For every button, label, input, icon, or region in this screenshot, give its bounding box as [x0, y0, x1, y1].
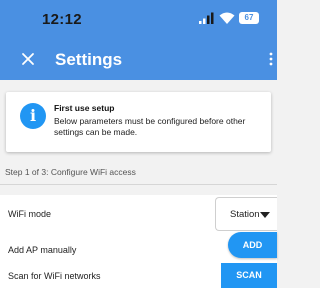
scan-label: Scan for WiFi networks: [8, 271, 101, 281]
signal-icon: [199, 12, 214, 24]
notice-body: Below parameters must be configured befo…: [54, 116, 246, 137]
wifi-mode-label: WiFi mode: [8, 209, 52, 219]
status-icons: 67: [199, 12, 259, 24]
notice-title: First use setup: [54, 103, 115, 113]
add-ap-label: Add AP manually: [8, 245, 77, 255]
status-time: 12:12: [42, 11, 82, 28]
chevron-down-icon: [260, 212, 270, 218]
info-icon: i: [20, 103, 46, 129]
add-ap-button[interactable]: ADD: [228, 232, 277, 258]
app-bar: 12:12 67 Settings: [0, 0, 277, 80]
page-title: Settings: [55, 50, 123, 69]
step-label: Step 1 of 3: Configure WiFi access: [5, 167, 136, 177]
first-use-notice: i First use setup Below parameters must …: [6, 92, 271, 152]
wifi-mode-select[interactable]: Station: [215, 197, 277, 231]
divider: [0, 184, 277, 185]
close-icon[interactable]: [20, 51, 36, 67]
more-vert-icon[interactable]: [269, 52, 273, 66]
battery-icon: 67: [239, 12, 259, 24]
wifi-icon: [219, 12, 235, 24]
wifi-mode-value: Station: [230, 209, 260, 220]
scan-button[interactable]: SCAN: [221, 263, 277, 288]
